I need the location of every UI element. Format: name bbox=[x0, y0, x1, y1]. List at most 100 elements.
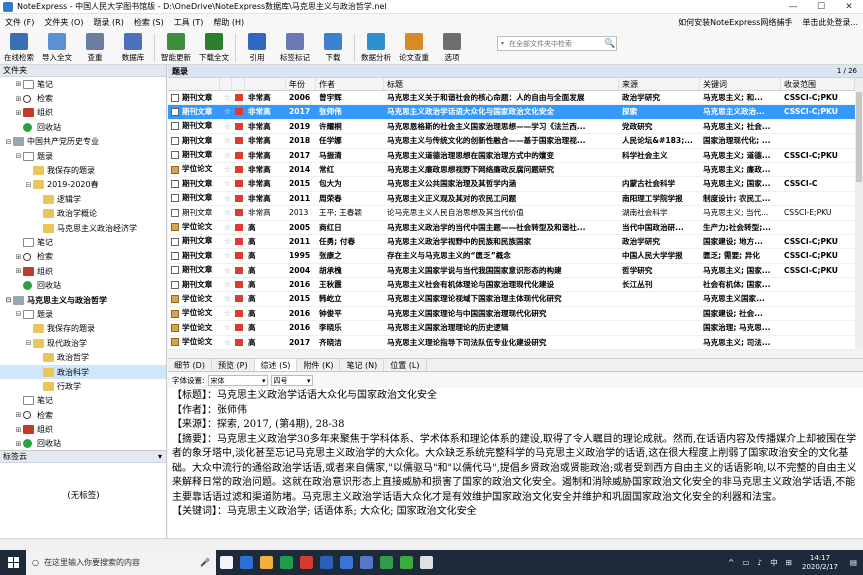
priority-flag-icon[interactable] bbox=[235, 324, 243, 332]
taskbar-app-button[interactable] bbox=[316, 550, 336, 575]
column-header-priority[interactable] bbox=[245, 78, 286, 90]
priority-flag-icon[interactable] bbox=[235, 165, 243, 173]
taskbar-app-button[interactable] bbox=[256, 550, 276, 575]
toolbar-search-box[interactable]: ▾🔍 bbox=[497, 36, 617, 51]
font-family-select[interactable]: 宋体 ▾ bbox=[207, 374, 268, 386]
folder-tree-item[interactable]: 回收站 bbox=[0, 278, 166, 292]
taskbar-search[interactable]: ○ 在这里输入你要搜索的内容 🎤 bbox=[26, 550, 216, 575]
tab-location[interactable]: 位置 (L) bbox=[384, 359, 427, 371]
folder-tree-item[interactable]: ⊞ 检索 bbox=[0, 408, 166, 422]
priority-flag-icon[interactable] bbox=[235, 209, 243, 217]
star-icon[interactable]: ☆ bbox=[223, 264, 232, 277]
folder-tree-item[interactable]: ⊟ 2019-2020春 bbox=[0, 178, 166, 192]
expand-toggle-icon[interactable]: ⊞ bbox=[14, 253, 23, 261]
menu-file[interactable]: 文件 (F) bbox=[0, 17, 39, 28]
folder-tree-item[interactable]: 我保存的题录 bbox=[0, 163, 166, 177]
folder-tree-item[interactable]: 政治科学 bbox=[0, 364, 166, 380]
priority-flag-icon[interactable] bbox=[235, 309, 243, 317]
priority-flag-icon[interactable] bbox=[235, 266, 243, 274]
dedupe-button[interactable]: 查重 bbox=[76, 30, 114, 65]
star-icon[interactable]: ☆ bbox=[223, 120, 232, 133]
volume-icon[interactable]: ♪ bbox=[753, 558, 766, 567]
priority-flag-icon[interactable] bbox=[235, 223, 243, 231]
import-fulltext-button[interactable]: 导入全文 bbox=[38, 30, 76, 65]
table-row[interactable]: 期刊文章 ☆ 非常高 2018 任学娜 马克思主义与传统文化的创新性融合——基于国家治理视… bbox=[168, 134, 855, 149]
font-size-select[interactable]: 四号 ▾ bbox=[270, 374, 313, 386]
maximize-button[interactable]: ☐ bbox=[807, 0, 835, 14]
collapse-toggle-icon[interactable]: ⊟ bbox=[4, 138, 13, 146]
taskbar-app-button[interactable] bbox=[276, 550, 296, 575]
menu-record[interactable]: 题录 (R) bbox=[88, 17, 128, 28]
folder-tree-item[interactable]: ⊟ 题录 bbox=[0, 307, 166, 321]
collapse-toggle-icon[interactable]: ⊟ bbox=[14, 152, 23, 160]
records-scrollbar[interactable] bbox=[855, 78, 863, 350]
folder-tree-item[interactable]: ⊟ 中国共产党历史专业 bbox=[0, 135, 166, 149]
smart-update-button[interactable]: 智能更新 bbox=[157, 30, 195, 65]
menu-tools[interactable]: 工具 (T) bbox=[169, 17, 209, 28]
priority-flag-icon[interactable] bbox=[235, 281, 243, 289]
star-icon[interactable]: ☆ bbox=[223, 235, 232, 248]
column-header-year[interactable]: 年份 bbox=[286, 78, 316, 90]
taskbar-app-button[interactable] bbox=[216, 550, 236, 575]
priority-flag-icon[interactable] bbox=[235, 295, 243, 303]
folder-tree-item[interactable]: 我保存的题录 bbox=[0, 322, 166, 336]
search-scope-dropdown-icon[interactable]: ▾ bbox=[501, 40, 509, 47]
folder-tree-item[interactable]: ⊞ 组织 bbox=[0, 422, 166, 436]
star-icon[interactable]: ☆ bbox=[223, 91, 232, 104]
table-row[interactable]: 期刊文章 ☆ 非常高 2013 王平; 王春颖 论马克思主义人民自治思想及其当代价值 湖南社… bbox=[168, 206, 855, 221]
table-row[interactable]: 学位论文 ☆ 高 2015 韩屹立 马克思主义国家理论视域下国家治理主体现代化研究 马克思主… bbox=[168, 292, 855, 307]
folder-tree-item[interactable]: 逻辑学 bbox=[0, 192, 166, 206]
folder-tree-item[interactable]: 马克思主义政治经济学 bbox=[0, 221, 166, 235]
expand-toggle-icon[interactable]: ⊞ bbox=[14, 267, 23, 275]
paper-check-button[interactable]: 论文查重 bbox=[395, 30, 433, 65]
taskbar-app-button[interactable] bbox=[296, 550, 316, 575]
table-row[interactable]: 学位论文 ☆ 非常高 2014 常红 马克思主义廉政思想视野下网络廉政反腐问题研究 马克思主… bbox=[168, 163, 855, 178]
priority-flag-icon[interactable] bbox=[235, 151, 243, 159]
taskbar-app-button[interactable] bbox=[356, 550, 376, 575]
tag-mark-button[interactable]: 标签标记 bbox=[276, 30, 314, 65]
minimize-button[interactable]: — bbox=[779, 0, 807, 14]
priority-flag-icon[interactable] bbox=[235, 108, 243, 116]
toolbar-search-input[interactable] bbox=[509, 39, 604, 48]
table-row[interactable]: 期刊文章 ☆ 非常高 2017 张师伟 马克思主义政治学话语大众化与国家政治文化安全 探索 马… bbox=[168, 105, 855, 120]
menu-help[interactable]: 帮助 (H) bbox=[208, 17, 249, 28]
collapse-toggle-icon[interactable]: ⊟ bbox=[24, 339, 33, 347]
table-row[interactable]: 学位论文 ☆ 高 2017 齐晓洁 马克思主义理论指导下司法队伍专业化建设研究 马克思主义;… bbox=[168, 336, 855, 350]
table-row[interactable]: 期刊文章 ☆ 高 1995 张康之 存在主义与马克思主义的“匮乏”概念 中国人民大学学报 匮乏… bbox=[168, 249, 855, 264]
start-button[interactable] bbox=[0, 550, 26, 575]
priority-flag-icon[interactable] bbox=[235, 94, 243, 101]
priority-flag-icon[interactable] bbox=[235, 122, 243, 130]
scrollbar-thumb[interactable] bbox=[856, 92, 862, 182]
close-button[interactable]: ✕ bbox=[835, 0, 863, 14]
table-row[interactable]: 学位论文 ☆ 高 2005 商红日 马克思主义政治学的当代中国主题——社会转型及和谐社..… bbox=[168, 221, 855, 235]
column-header-author[interactable]: 作者 bbox=[316, 78, 384, 90]
expand-toggle-icon[interactable]: ⊞ bbox=[14, 411, 23, 419]
priority-flag-icon[interactable] bbox=[235, 237, 243, 245]
online-search-button[interactable]: 在线检索 bbox=[0, 30, 38, 65]
folder-tree-item[interactable]: ⊞ 笔记 bbox=[0, 77, 166, 91]
star-icon[interactable]: ☆ bbox=[223, 163, 232, 176]
table-row[interactable]: 期刊文章 ☆ 非常高 2019 许耀桐 马克思恩格斯的社会主义国家治理思想——学习《法兰西… bbox=[168, 120, 855, 135]
star-icon[interactable]: ☆ bbox=[223, 105, 232, 118]
expand-toggle-icon[interactable]: ⊞ bbox=[14, 95, 23, 103]
priority-flag-icon[interactable] bbox=[235, 137, 243, 145]
column-header-source[interactable]: 来源 bbox=[619, 78, 700, 90]
table-row[interactable]: 期刊文章 ☆ 非常高 2017 马振清 马克思主义道德治理思想在国家治理方式中的嬗变 科学社… bbox=[168, 149, 855, 163]
ime-indicator[interactable]: 中 bbox=[766, 557, 782, 568]
star-icon[interactable]: ☆ bbox=[223, 149, 232, 162]
data-analysis-button[interactable]: 数据分析 bbox=[357, 30, 395, 65]
table-row[interactable]: 学位论文 ☆ 高 2016 李晓乐 马克思主义国家治理理论的历史逻辑 国家治理; 马克思..… bbox=[168, 321, 855, 336]
taskbar-app-button[interactable] bbox=[416, 550, 436, 575]
folder-tree-item[interactable]: ⊞ 检索 bbox=[0, 250, 166, 264]
tab-details[interactable]: 细节 (D) bbox=[168, 359, 212, 371]
folder-tree-item[interactable]: 行政学 bbox=[0, 379, 166, 393]
folder-tree-item[interactable]: ⊞ 检索 bbox=[0, 91, 166, 105]
table-row[interactable]: 期刊文章 ☆ 非常高 2006 曾宇辉 马克思主义关于和谐社会的核心命题：人的自由与全面发… bbox=[168, 91, 855, 106]
folder-tree-item[interactable]: 笔记 bbox=[0, 394, 166, 408]
column-header-title[interactable]: 标题 bbox=[384, 78, 619, 90]
priority-flag-icon[interactable] bbox=[235, 194, 243, 202]
cite-button[interactable]: 引用 bbox=[238, 30, 276, 65]
folder-tree-item[interactable]: ⊟ 马克思主义与政治哲学 bbox=[0, 293, 166, 307]
table-row[interactable]: 期刊文章 ☆ 高 2004 胡承槐 马克思主义国家学说与当代我国国家意识形态的构建 哲学研究… bbox=[168, 264, 855, 279]
expand-toggle-icon[interactable]: ⊞ bbox=[14, 80, 23, 88]
